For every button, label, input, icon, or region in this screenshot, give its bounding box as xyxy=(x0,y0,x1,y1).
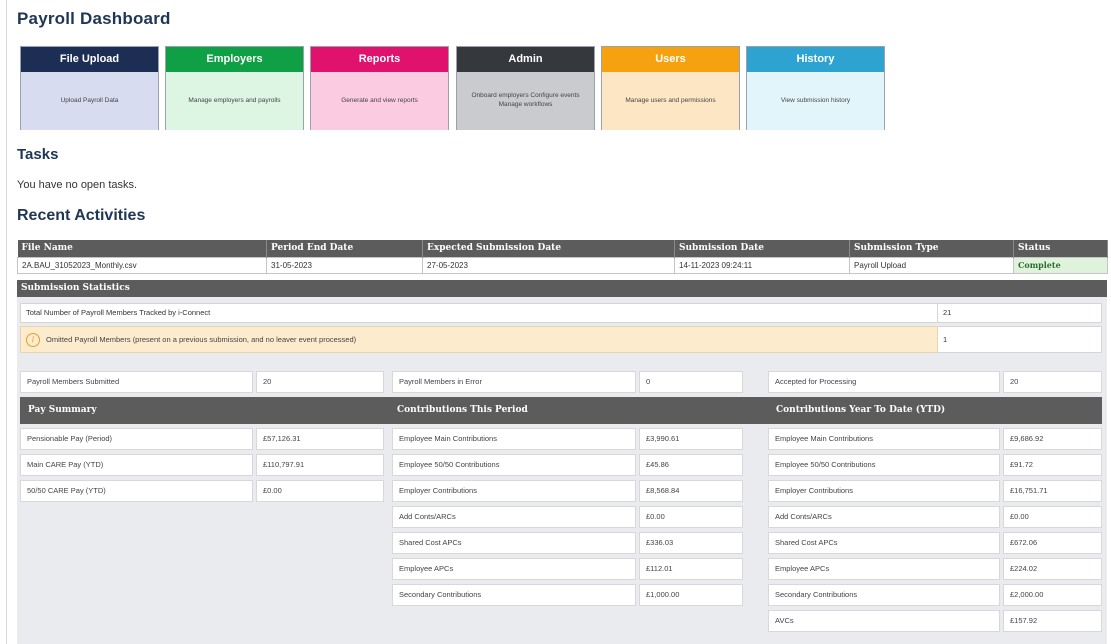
contrib-period-label: Employee APCs xyxy=(392,558,636,580)
tile-description: Upload Payroll Data xyxy=(21,72,158,130)
tile-employers[interactable]: Employers Manage employers and payrolls xyxy=(165,46,304,130)
contrib-ytd-label: Employee Main Contributions xyxy=(768,428,1000,450)
tile-description: Manage employers and payrolls xyxy=(166,72,303,130)
column-header-status[interactable]: Status xyxy=(1013,240,1108,257)
tile-description: View submission history xyxy=(747,72,884,130)
omitted-members-alert: i Omitted Payroll Members (present on a … xyxy=(20,326,938,353)
column-header-expected-submission-date[interactable]: Expected Submission Date xyxy=(422,240,675,257)
submission-statistics-heading: Submission Statistics xyxy=(17,280,1107,297)
pay-summary-heading: Pay Summary xyxy=(20,397,389,424)
pay-summary-label: Main CARE Pay (YTD) xyxy=(20,454,253,476)
tracked-members-row: Total Number of Payroll Members Tracked … xyxy=(20,303,1102,323)
cell-period-end-date: 31-05-2023 xyxy=(266,256,423,274)
tile-title: Admin xyxy=(457,47,594,72)
tile-title: History xyxy=(747,47,884,72)
recent-activities-table: File Name Period End Date Expected Submi… xyxy=(17,240,1108,274)
tile-title: Users xyxy=(602,47,739,72)
contrib-ytd-value: £0.00 xyxy=(1003,506,1102,528)
table-row[interactable]: 2A.BAU_31052023_Monthly.csv 31-05-2023 2… xyxy=(17,256,1108,274)
contrib-ytd-label: Shared Cost APCs xyxy=(768,532,1000,554)
cell-submission-date: 14-11-2023 09:24:11 xyxy=(674,256,850,274)
tile-title: File Upload xyxy=(21,47,158,72)
tile-title: Employers xyxy=(166,47,303,72)
contrib-period-value: £336.03 xyxy=(639,532,743,554)
tile-reports[interactable]: Reports Generate and view reports xyxy=(310,46,449,130)
column-header-submission-date[interactable]: Submission Date xyxy=(674,240,850,257)
contrib-ytd-label: Secondary Contributions xyxy=(768,584,1000,606)
contrib-period-label: Employee Main Contributions xyxy=(392,428,636,450)
contrib-period-label: Secondary Contributions xyxy=(392,584,636,606)
error-label: Payroll Members in Error xyxy=(392,371,636,393)
contrib-period-label: Add Conts/ARCs xyxy=(392,506,636,528)
recent-activities-heading: Recent Activities xyxy=(17,207,146,224)
contrib-ytd-label: Add Conts/ARCs xyxy=(768,506,1000,528)
contrib-ytd-value: £224.02 xyxy=(1003,558,1102,580)
contrib-ytd-label: Employee 50/50 Contributions xyxy=(768,454,1000,476)
tasks-heading: Tasks xyxy=(17,146,59,163)
contrib-period-label: Shared Cost APCs xyxy=(392,532,636,554)
cell-file-name[interactable]: 2A.BAU_31052023_Monthly.csv xyxy=(17,256,267,274)
tracked-members-label: Total Number of Payroll Members Tracked … xyxy=(20,303,938,323)
contrib-period-value: £112.01 xyxy=(639,558,743,580)
tile-title: Reports xyxy=(311,47,448,72)
tile-users[interactable]: Users Manage users and permissions xyxy=(601,46,740,130)
table-header-row: File Name Period End Date Expected Submi… xyxy=(17,240,1108,257)
contrib-ytd-value: £9,686.92 xyxy=(1003,428,1102,450)
contrib-period-value: £45.86 xyxy=(639,454,743,476)
accepted-label: Accepted for Processing xyxy=(768,371,1000,393)
left-border xyxy=(6,0,7,644)
contrib-period-value: £8,568.84 xyxy=(639,480,743,502)
tile-description: Onboard employers Configure events Manag… xyxy=(457,72,594,130)
contrib-period-label: Employee 50/50 Contributions xyxy=(392,454,636,476)
contrib-ytd-label: Employee APCs xyxy=(768,558,1000,580)
cell-submission-type: Payroll Upload xyxy=(849,256,1014,274)
tracked-members-value: 21 xyxy=(938,303,1102,323)
contrib-ytd-value: £16,751.71 xyxy=(1003,480,1102,502)
pay-summary-value: £57,126.31 xyxy=(256,428,384,450)
tile-description: Manage users and permissions xyxy=(602,72,739,130)
tile-admin[interactable]: Admin Onboard employers Configure events… xyxy=(456,46,595,130)
contributions-period-heading: Contributions This Period xyxy=(389,397,768,424)
contrib-period-label: Employer Contributions xyxy=(392,480,636,502)
info-icon: i xyxy=(26,332,40,347)
contrib-ytd-value: £672.06 xyxy=(1003,532,1102,554)
column-header-submission-type[interactable]: Submission Type xyxy=(849,240,1014,257)
pay-summary-label: Pensionable Pay (Period) xyxy=(20,428,253,450)
tile-history[interactable]: History View submission history xyxy=(746,46,885,130)
contrib-period-value: £3,990.61 xyxy=(639,428,743,450)
contrib-period-value: £0.00 xyxy=(639,506,743,528)
column-header-file-name[interactable]: File Name xyxy=(17,240,267,257)
submitted-label: Payroll Members Submitted xyxy=(20,371,253,393)
contrib-ytd-value: £91.72 xyxy=(1003,454,1102,476)
submitted-value: 20 xyxy=(256,371,384,393)
cell-expected-submission-date: 27-05-2023 xyxy=(422,256,675,274)
omitted-members-row[interactable]: i Omitted Payroll Members (present on a … xyxy=(20,326,1102,353)
tasks-empty-message: You have no open tasks. xyxy=(17,179,138,191)
contrib-period-value: £1,000.00 xyxy=(639,584,743,606)
contributions-ytd-heading: Contributions Year To Date (YTD) xyxy=(768,397,1102,424)
tile-description: Generate and view reports xyxy=(311,72,448,130)
column-header-period-end-date[interactable]: Period End Date xyxy=(266,240,423,257)
pay-summary-value: £110,797.91 xyxy=(256,454,384,476)
contrib-ytd-label: Employer Contributions xyxy=(768,480,1000,502)
omitted-members-label: Omitted Payroll Members (present on a pr… xyxy=(46,335,357,344)
page-title: Payroll Dashboard xyxy=(17,9,171,28)
error-value: 0 xyxy=(639,371,743,393)
pay-summary-label: 50/50 CARE Pay (YTD) xyxy=(20,480,253,502)
contrib-ytd-label: AVCs xyxy=(768,610,1000,632)
accepted-value: 20 xyxy=(1003,371,1102,393)
pay-summary-value: £0.00 xyxy=(256,480,384,502)
omitted-members-value: 1 xyxy=(938,326,1102,353)
submission-statistics-panel: Total Number of Payroll Members Tracked … xyxy=(17,297,1107,644)
tile-file-upload[interactable]: File Upload Upload Payroll Data xyxy=(20,46,159,130)
status-badge: Complete xyxy=(1013,256,1108,274)
contrib-ytd-value: £2,000.00 xyxy=(1003,584,1102,606)
contrib-ytd-value: £157.92 xyxy=(1003,610,1102,632)
